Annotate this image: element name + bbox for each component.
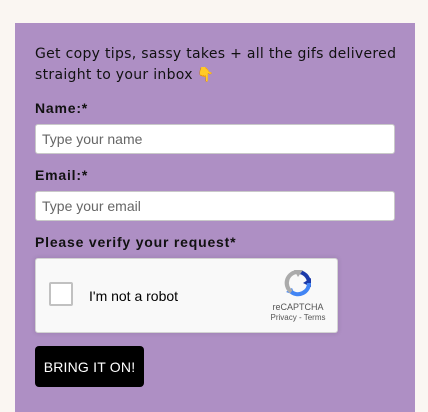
recaptcha-link-separator: - — [296, 313, 304, 322]
recaptcha-checkbox[interactable] — [49, 282, 73, 306]
verify-label: Please verify your request* — [35, 234, 237, 250]
recaptcha-checkbox-label: I'm not a robot — [89, 288, 179, 304]
name-label: Name:* — [35, 100, 89, 116]
recaptcha-branding: reCAPTCHA Privacy - Terms — [262, 267, 334, 322]
name-input[interactable] — [35, 124, 395, 154]
recaptcha-links: Privacy - Terms — [262, 313, 334, 322]
recaptcha-privacy-link[interactable]: Privacy — [271, 313, 297, 322]
recaptcha-terms-link[interactable]: Terms — [304, 313, 326, 322]
intro-text: Get copy tips, sassy takes + all the gif… — [35, 44, 405, 86]
recaptcha-widget: I'm not a robot reCAPTCHA Privacy - Term… — [35, 258, 338, 333]
recaptcha-logo-icon — [284, 269, 312, 297]
email-input[interactable] — [35, 191, 395, 221]
newsletter-signup-panel: Get copy tips, sassy takes + all the gif… — [15, 23, 415, 412]
pointing-down-emoji-icon: 👇 — [196, 67, 215, 83]
submit-button[interactable]: BRING IT ON! — [35, 346, 144, 387]
recaptcha-brand-text: reCAPTCHA — [272, 302, 324, 312]
email-label: Email:* — [35, 167, 89, 183]
intro-copy: Get copy tips, sassy takes + all the gif… — [35, 46, 397, 83]
